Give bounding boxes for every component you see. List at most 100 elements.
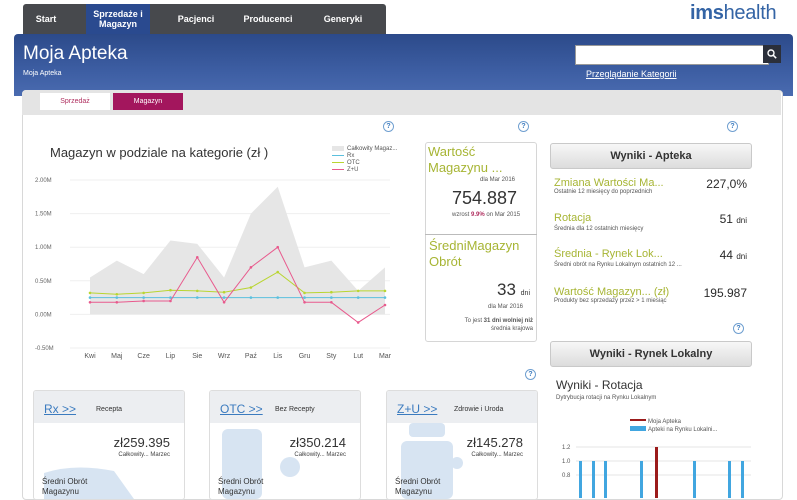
idle-stock-value: 195.987	[703, 286, 747, 300]
rx-link[interactable]: Rx >>	[44, 402, 76, 416]
data-point	[303, 296, 306, 299]
y-tick-label: 1.50M	[35, 212, 52, 218]
data-point	[115, 292, 119, 296]
rotation-label[interactable]: Rotacja	[554, 212, 591, 224]
x-tick-label: Sie	[192, 353, 202, 360]
nav-tab-producers[interactable]: Producenci	[238, 4, 298, 34]
page-title: Moja Apteka	[23, 43, 128, 64]
my-pharmacy-bar	[655, 447, 658, 498]
stock-value: 754.887	[452, 188, 518, 208]
rotation-bar	[728, 461, 731, 498]
idle-stock-value-label[interactable]: Wartość Magazyn... (zł)	[554, 286, 669, 298]
help-icon[interactable]: ?	[518, 121, 529, 132]
data-point	[88, 291, 92, 295]
zu-value: zł145.278	[466, 435, 523, 450]
rotation-bar	[741, 461, 744, 498]
data-point	[195, 296, 199, 299]
data-point	[330, 301, 333, 304]
data-point	[195, 289, 199, 293]
legend-label: Rx	[347, 153, 354, 159]
avg-turnover-date: dla Mar 2016	[488, 304, 524, 310]
search-icon	[767, 49, 777, 59]
search-button[interactable]	[763, 45, 781, 63]
otc-value: zł350.214	[289, 435, 346, 450]
data-point	[142, 296, 145, 299]
rotation-bar	[592, 461, 595, 498]
nav-tab-patients[interactable]: Pacjenci	[171, 4, 221, 34]
data-point	[142, 291, 145, 295]
data-point	[356, 289, 360, 293]
total-stock-area	[90, 186, 385, 315]
otc-description: Bez Recepty	[275, 406, 315, 413]
rotation-distribution-chart: Moja Apteka Apteki na Rynku Lokalni... 1…	[562, 419, 751, 498]
data-point	[169, 296, 172, 299]
rotation-bar	[640, 461, 643, 498]
data-point	[276, 245, 280, 249]
category-card-rx: Rx >> Recepta zł259.395 Całkowity... Mar…	[33, 390, 185, 500]
legend-swatch-local-market	[630, 426, 646, 431]
local-market-avg-sub: Średni obrót na Rynku Lokalnym ostatnich…	[554, 262, 682, 268]
otc-link[interactable]: OTC >>	[220, 402, 263, 416]
rotation-value: 51 dni	[719, 212, 747, 226]
data-point	[88, 301, 92, 304]
help-icon[interactable]: ?	[733, 323, 744, 334]
x-tick-label: Lis	[273, 353, 282, 360]
stock-value-title[interactable]: Wartość Magazynu ...	[428, 144, 528, 176]
data-point	[330, 290, 333, 294]
imshealth-logo: imshealth	[690, 2, 777, 24]
avg-turnover-note: To jest 31 dni wolniej niż średnia krajo…	[464, 318, 533, 332]
card-divider	[425, 234, 537, 235]
search-input[interactable]	[575, 45, 769, 65]
y-tick-label: 1.00M	[35, 245, 52, 251]
legend-local-market: Apteki na Rynku Lokalni...	[648, 427, 718, 433]
subtab-stock[interactable]: Magazyn	[113, 93, 183, 110]
legend-label: Całkowity Magaz...	[347, 146, 398, 152]
help-icon[interactable]: ?	[727, 121, 738, 132]
zu-footer: Średni Obrót Magazynu	[395, 477, 441, 496]
y-tick: 0.8	[562, 473, 571, 479]
x-tick-label: Mar	[379, 353, 392, 360]
data-point	[115, 301, 119, 304]
idle-stock-value-sub: Produkty bez sprzedaży przez > 1 miesiąc	[554, 298, 667, 304]
data-point	[222, 296, 226, 299]
otc-value-sub: Całkowity... Marzec	[294, 452, 346, 458]
y-tick-label: -0.50M	[35, 346, 54, 352]
data-point	[356, 296, 360, 299]
rotation-results-title: Wyniki - Rotacja	[556, 378, 643, 392]
rotation-bar	[579, 461, 582, 498]
subtab-sales[interactable]: Sprzedaż	[40, 93, 110, 110]
avg-turnover-days: 33 dni	[497, 280, 530, 299]
nav-tab-generics[interactable]: Generyki	[315, 4, 371, 34]
x-tick-label: Sty	[326, 353, 337, 360]
y-tick: 1.2	[562, 445, 571, 451]
help-icon[interactable]: ?	[525, 369, 536, 380]
rotation-results-subtitle: Dytrybucja rotacji na Rynku Lokalnym	[556, 395, 657, 401]
zu-link[interactable]: Z+U >>	[397, 402, 437, 416]
legend-swatch	[332, 146, 344, 151]
help-icon[interactable]: ?	[383, 121, 394, 132]
stock-category-chart: -0.50M 0.00M 0.50M 1.00M 1.50M 2.00M Kwi Maj Cz…	[35, 146, 398, 360]
rotation-bar	[693, 461, 696, 498]
y-tick-label: 0.00M	[35, 312, 52, 318]
zu-value-sub: Całkowity... Marzec	[471, 452, 523, 458]
category-card-otc: OTC >> Bez Recepty zł350.214 Całkowity..…	[209, 390, 361, 500]
x-tick-label: Gru	[299, 353, 311, 360]
data-point	[276, 270, 280, 274]
x-tick-label: Paź	[245, 353, 258, 360]
data-point	[222, 290, 226, 294]
avg-turnover-title[interactable]: ŚredniMagazyn Obrót	[429, 238, 534, 270]
breadcrumb[interactable]: Moja Apteka	[23, 70, 62, 77]
data-point	[303, 301, 306, 304]
category-browse-link[interactable]: Przeglądanie Kategorii	[586, 69, 677, 79]
rx-value: zł259.395	[113, 435, 170, 450]
local-market-results-header: Wyniki - Rynek Lokalny	[550, 341, 752, 367]
data-point	[169, 299, 172, 303]
data-point	[276, 296, 280, 299]
otc-footer: Średni Obrót Magazynu	[218, 477, 264, 496]
stock-value-change-value: 227,0%	[706, 177, 747, 191]
stock-value-change-label[interactable]: Zmiana Wartości Ma...	[554, 177, 664, 189]
nav-tab-start[interactable]: Start	[23, 4, 69, 34]
nav-tab-sales-stock[interactable]: Sprzedaże i Magazyn	[86, 4, 150, 34]
local-market-avg-label[interactable]: Średnia - Rynek Lok...	[554, 248, 663, 260]
x-tick-label: Cze	[137, 353, 150, 360]
